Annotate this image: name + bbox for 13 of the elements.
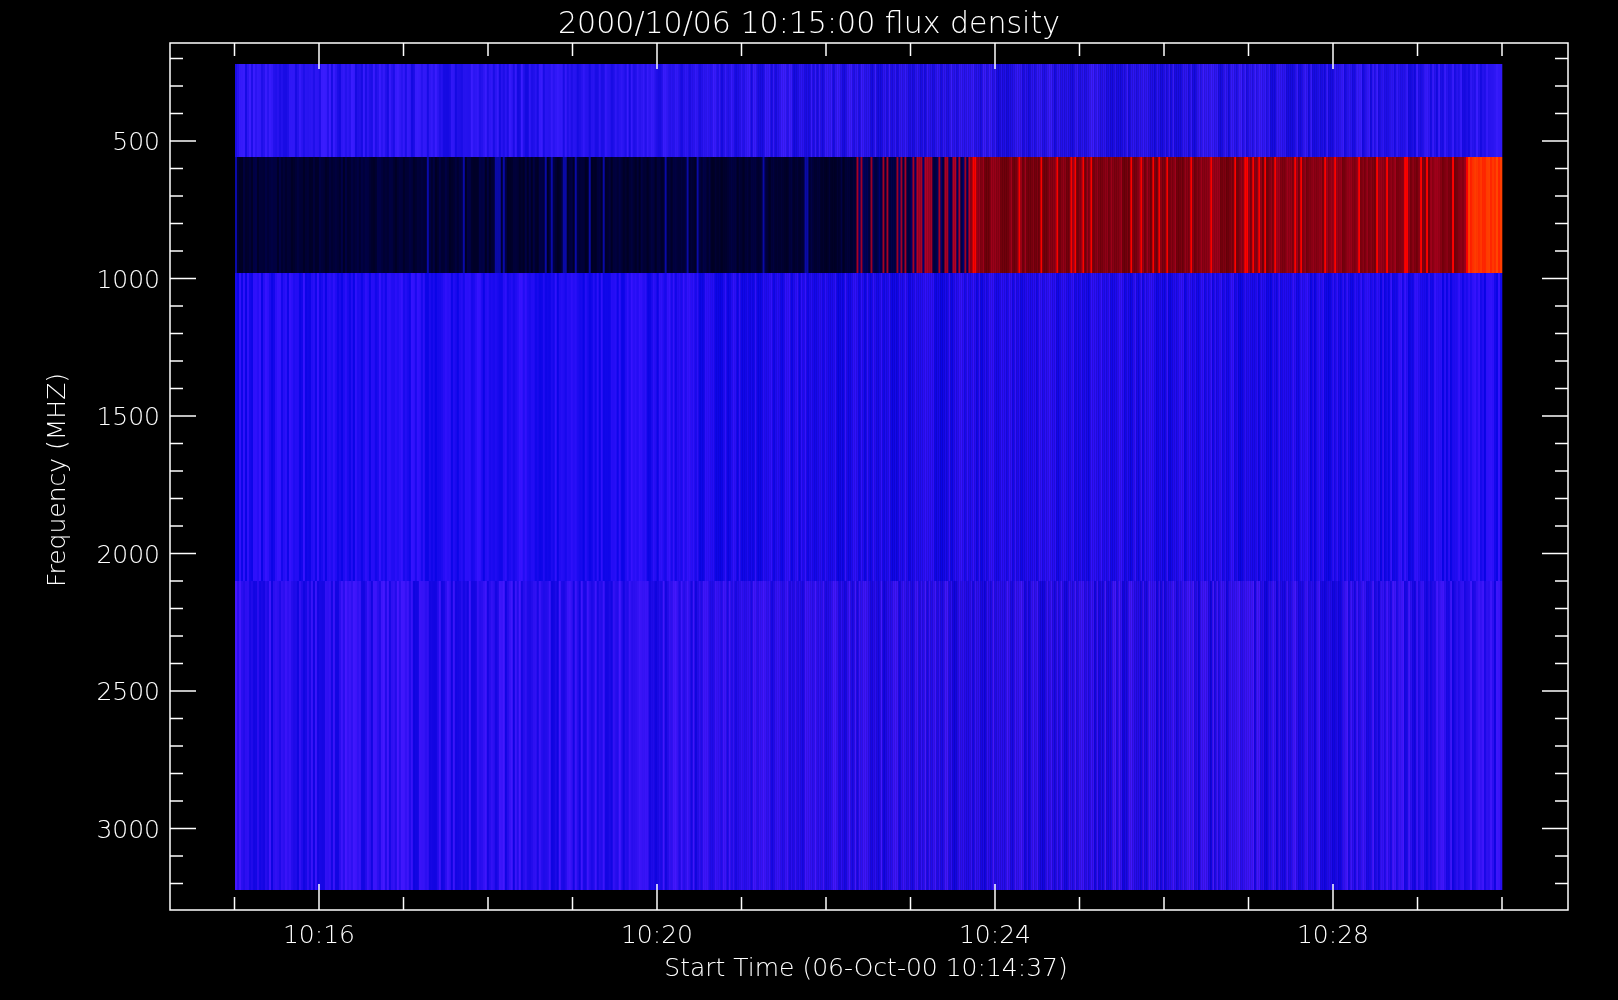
y-axis-label: Frequency (MHZ) bbox=[42, 372, 71, 588]
y-tick-label: 500 bbox=[112, 127, 160, 156]
y-tick-label: 2000 bbox=[96, 539, 160, 569]
y-tick-label: 1500 bbox=[96, 402, 160, 431]
x-tick-label: 10:28 bbox=[1297, 920, 1369, 949]
x-axis-label: Start Time (06-Oct-00 10:14:37) bbox=[664, 953, 1068, 982]
plot-title: 2000/10/06 10:15:00 flux density bbox=[558, 5, 1060, 40]
x-tick-label: 10:16 bbox=[283, 920, 355, 949]
x-tick-label: 10:24 bbox=[959, 920, 1031, 949]
y-tick-label: 3000 bbox=[96, 814, 160, 844]
y-tick-label: 1000 bbox=[96, 264, 160, 294]
y-tick-label: 2500 bbox=[96, 677, 160, 706]
x-tick-label: 10:20 bbox=[621, 920, 693, 949]
